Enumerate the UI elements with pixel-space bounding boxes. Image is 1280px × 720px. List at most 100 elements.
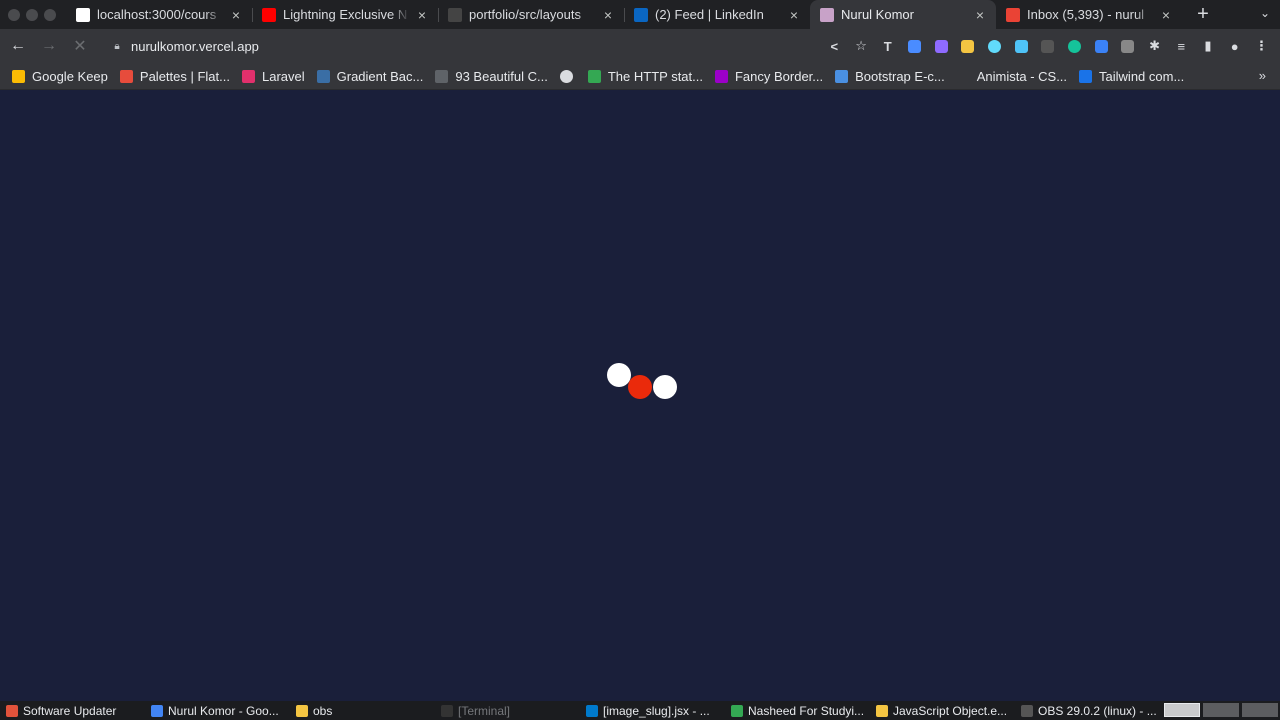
taskbar-label: Software Updater — [23, 703, 117, 718]
browser-tab[interactable]: portfolio/src/layouts × — [438, 0, 624, 29]
forward-button[interactable]: → — [36, 33, 62, 59]
url-text: nurulkomor.vercel.app — [131, 38, 259, 54]
workspace-2[interactable] — [1203, 703, 1239, 717]
youtube-icon — [262, 7, 276, 22]
bookmark-item[interactable]: Google Keep — [8, 69, 116, 84]
tab-close-icon[interactable]: × — [1158, 7, 1174, 23]
app-icon — [876, 704, 888, 717]
bookmark-item[interactable]: Bootstrap E-c... — [831, 69, 953, 84]
bookmark-item[interactable]: Palettes | Flat... — [116, 69, 238, 84]
bookmark-item[interactable]: Animista - CS... — [953, 69, 1075, 84]
pen-ext-icon[interactable] — [901, 33, 928, 59]
lock-icon[interactable]: 🔒︎ — [111, 40, 123, 52]
bookmark-label: Tailwind com... — [1099, 68, 1185, 84]
taskbar-window-button[interactable]: Nasheed For Studyi... — [725, 701, 870, 720]
bookmark-favicon-icon — [714, 69, 728, 83]
tab-title: (2) Feed | LinkedIn — [655, 7, 764, 22]
tab-title: Inbox (5,393) - nurul — [1027, 7, 1145, 22]
fi-ext-icon[interactable] — [1088, 33, 1115, 59]
kebab-menu-icon[interactable]: ⋮ — [1248, 33, 1275, 59]
bookmark-label: Gradient Bac... — [336, 68, 424, 84]
taskbar-label: JavaScript Object.e... — [893, 703, 1008, 718]
tab-title: Nurul Komor — [841, 7, 914, 22]
puzzle-icon[interactable]: ✱ — [1141, 33, 1168, 59]
screen-ext-icon[interactable] — [1008, 33, 1035, 59]
pen-tool-ext-icon[interactable] — [1115, 33, 1142, 59]
taskbar-window-button[interactable]: Nurul Komor - Goo... — [145, 701, 290, 720]
browser-tab[interactable]: Inbox (5,393) - nurul × — [996, 0, 1182, 29]
taskbar-window-button[interactable]: [Terminal] — [435, 701, 580, 720]
tab-close-icon[interactable]: × — [972, 7, 988, 23]
browser-tab[interactable]: localhost:3000/cours × — [66, 0, 252, 29]
bookmark-label: Bootstrap E-c... — [855, 68, 945, 84]
reading-list-icon[interactable]: ≡ — [1168, 33, 1195, 59]
tab-close-icon[interactable]: × — [414, 7, 430, 23]
grammarly-ext-icon[interactable] — [1061, 33, 1088, 59]
address-bar[interactable]: 🔒︎ nurulkomor.vercel.app — [101, 33, 819, 59]
bookmark-item[interactable]: Tailwind com... — [1075, 69, 1192, 84]
tab-close-icon[interactable]: × — [228, 7, 244, 23]
folder-ext-icon[interactable] — [954, 33, 981, 59]
tab-close-icon[interactable]: × — [600, 7, 616, 23]
tab-title: portfolio/src/layouts — [469, 7, 581, 22]
taskbar-window-button[interactable]: OBS 29.0.2 (linux) - ... — [1015, 701, 1160, 720]
loader-dot-white-2 — [653, 375, 677, 399]
taskbar-label: obs — [313, 703, 333, 718]
stop-loading-button[interactable]: ✕ — [67, 33, 93, 59]
react-ext-icon[interactable] — [981, 33, 1008, 59]
browser-tab[interactable]: (2) Feed | LinkedIn × — [624, 0, 810, 29]
app-icon — [151, 704, 163, 717]
triangle-icon — [76, 7, 90, 22]
tab-title: Lightning Exclusive N — [283, 7, 408, 22]
bookmark-item[interactable]: 93 Beautiful C... — [431, 69, 556, 84]
browser-tab[interactable]: Lightning Exclusive N × — [252, 0, 438, 29]
workspace-switcher[interactable] — [1164, 703, 1278, 717]
bookmark-item[interactable] — [556, 69, 584, 83]
workspace-3[interactable] — [1242, 703, 1278, 717]
back-button[interactable]: ← — [5, 33, 31, 59]
bookmark-favicon-icon — [316, 69, 330, 83]
new-tab-button[interactable]: + — [1188, 0, 1218, 29]
bookmark-item[interactable]: Fancy Border... — [711, 69, 831, 84]
taskbar-window-button[interactable]: obs — [290, 701, 435, 720]
tab-title: localhost:3000/cours — [97, 7, 217, 22]
extensions-row: < ☆ T ✱ ≡ ▮ ● ⋮ — [821, 33, 1275, 59]
star-icon[interactable]: ☆ — [848, 33, 875, 59]
tab-search-icon[interactable]: ⌄ — [1260, 6, 1270, 20]
bookmark-label: Animista - CS... — [976, 68, 1068, 84]
bookmark-item[interactable]: Gradient Bac... — [313, 69, 432, 84]
loader-dot-red — [628, 375, 652, 399]
taskbar-window-button[interactable]: JavaScript Object.e... — [870, 701, 1015, 720]
taskbar-label: OBS 29.0.2 (linux) - ... — [1038, 703, 1157, 718]
tab-close-icon[interactable]: × — [786, 7, 802, 23]
bookmark-label: Fancy Border... — [734, 68, 824, 84]
app-icon — [1021, 704, 1033, 717]
feather-ext-icon[interactable] — [928, 33, 955, 59]
bookmark-favicon-icon — [242, 69, 255, 83]
browser-tab[interactable]: Nurul Komor × — [810, 0, 996, 29]
bookmark-item[interactable]: The HTTP stat... — [584, 69, 711, 84]
side-panel-icon[interactable]: ▮ — [1195, 33, 1222, 59]
minimize-window-icon[interactable] — [26, 8, 38, 21]
gmail-icon — [1006, 7, 1020, 22]
bookmark-favicon-icon — [435, 69, 449, 83]
workspace-1[interactable] — [1164, 703, 1200, 717]
taskbar-window-button[interactable]: [image_slug].jsx - ... — [580, 701, 725, 720]
share-icon[interactable]: < — [821, 33, 848, 59]
bookmark-item[interactable]: Laravel — [238, 69, 313, 84]
github-icon — [448, 7, 462, 22]
bracket-ext-icon[interactable] — [1035, 33, 1062, 59]
more-bookmarks-button[interactable]: » — [1259, 68, 1266, 83]
window-controls[interactable] — [0, 0, 66, 29]
bookmark-favicon-icon — [956, 69, 970, 83]
taskbar-label: [Terminal] — [458, 703, 511, 718]
close-window-icon[interactable] — [8, 8, 20, 21]
bookmark-label: Laravel — [262, 68, 305, 84]
maximize-window-icon[interactable] — [44, 8, 56, 21]
bookmark-label: 93 Beautiful C... — [455, 68, 548, 84]
taskbar-window-button[interactable]: Software Updater — [0, 701, 145, 720]
profile-avatar[interactable]: ● — [1221, 33, 1248, 59]
taskbar-label: Nasheed For Studyi... — [748, 703, 865, 718]
text-icon[interactable]: T — [874, 33, 901, 59]
bookmark-favicon-icon — [587, 69, 601, 83]
